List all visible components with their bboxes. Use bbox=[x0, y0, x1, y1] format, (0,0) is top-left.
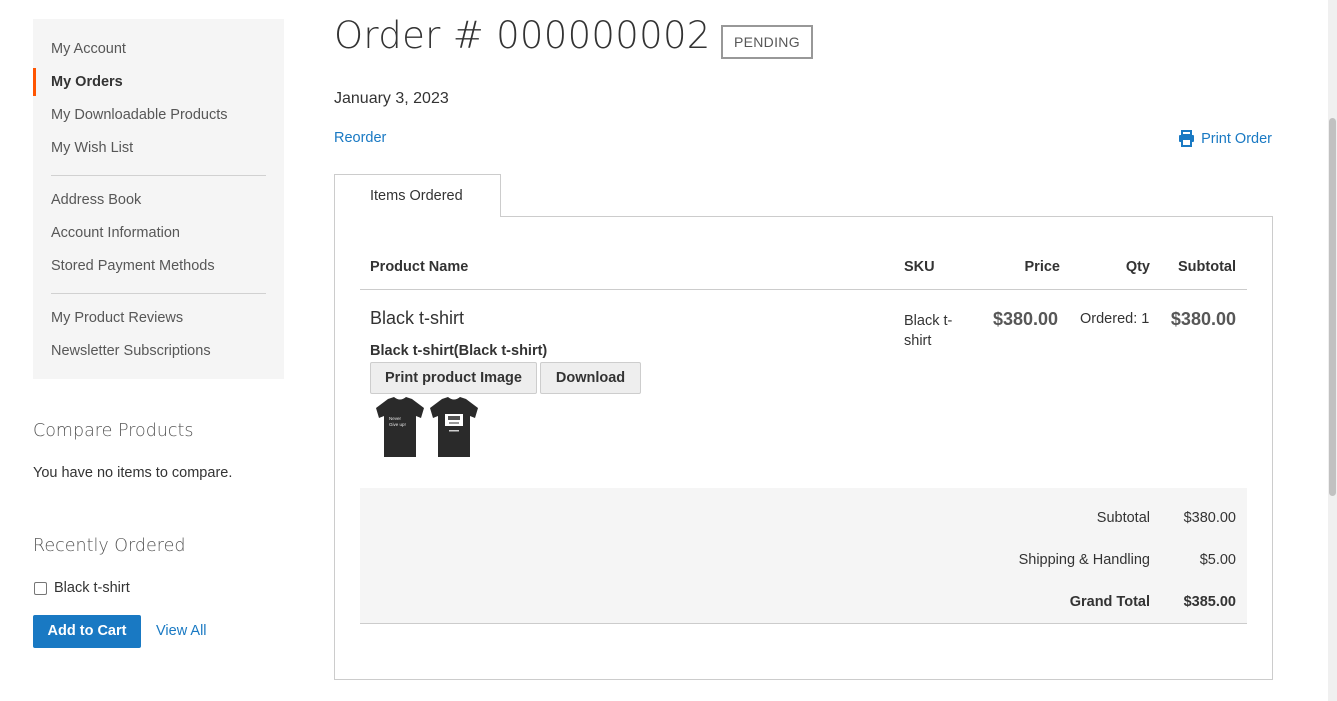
product-option: Black t-shirt(Black t-shirt) bbox=[370, 343, 548, 359]
tab-items-ordered[interactable]: Items Ordered bbox=[334, 174, 501, 217]
print-order-label: Print Order bbox=[1201, 130, 1272, 147]
sku-line-2: shirt bbox=[904, 333, 932, 349]
add-to-cart-button[interactable]: Add to Cart bbox=[33, 615, 141, 648]
nav-divider bbox=[51, 293, 266, 294]
col-price: Price bbox=[1024, 259, 1060, 275]
recent-item-label: Black t-shirt bbox=[54, 580, 130, 596]
nav-my-product-reviews[interactable]: My Product Reviews bbox=[33, 303, 284, 336]
product-subtotal: $380.00 bbox=[1170, 309, 1236, 329]
sku-line-1: Black t- bbox=[904, 313, 953, 329]
nav-my-wish-list[interactable]: My Wish List bbox=[33, 133, 284, 166]
status-badge: PENDING bbox=[721, 25, 813, 59]
recent-item: Black t-shirt bbox=[33, 580, 130, 596]
subtotal-value: $380.00 bbox=[1183, 510, 1236, 526]
recent-item-checkbox[interactable] bbox=[34, 581, 47, 595]
nav-my-downloadable-products[interactable]: My Downloadable Products bbox=[33, 100, 284, 133]
col-qty: Qty bbox=[1125, 259, 1150, 275]
product-price: $380.00 bbox=[993, 309, 1059, 329]
compare-empty-text: You have no items to compare. bbox=[33, 465, 233, 481]
printer-icon bbox=[1179, 130, 1195, 147]
account-nav: My Account My Orders My Downloadable Pro… bbox=[33, 19, 284, 379]
col-sku: SKU bbox=[904, 259, 935, 275]
nav-newsletter-subscriptions[interactable]: Newsletter Subscriptions bbox=[33, 336, 284, 369]
svg-text:Give up!: Give up! bbox=[389, 422, 406, 427]
product-thumbnail-front[interactable]: Never Give up! bbox=[374, 396, 426, 460]
product-qty: Ordered: 1 bbox=[1080, 311, 1150, 327]
order-totals: Subtotal $380.00 Shipping & Handling $5.… bbox=[360, 488, 1247, 624]
col-subtotal: Subtotal bbox=[1178, 259, 1236, 275]
page-title: Order # 000000002 bbox=[334, 14, 711, 57]
nav-my-account[interactable]: My Account bbox=[33, 34, 284, 67]
nav-stored-payment-methods[interactable]: Stored Payment Methods bbox=[33, 251, 284, 284]
col-product-name: Product Name bbox=[370, 259, 469, 275]
table-header-divider bbox=[360, 289, 1247, 290]
page-scrollbar[interactable] bbox=[1328, 0, 1337, 701]
subtotal-label: Subtotal bbox=[1096, 510, 1150, 526]
print-product-image-button[interactable]: Print product Image bbox=[370, 362, 537, 394]
compare-products-title: Compare Products bbox=[33, 421, 194, 441]
grand-total-label: Grand Total bbox=[1069, 594, 1150, 610]
nav-divider bbox=[51, 175, 266, 176]
order-date: January 3, 2023 bbox=[334, 90, 449, 107]
reorder-link[interactable]: Reorder bbox=[334, 130, 386, 146]
shipping-label: Shipping & Handling bbox=[1018, 552, 1150, 568]
nav-address-book[interactable]: Address Book bbox=[33, 185, 284, 218]
recently-ordered-title: Recently Ordered bbox=[33, 536, 186, 556]
view-all-link[interactable]: View All bbox=[156, 623, 207, 639]
grand-total-value: $385.00 bbox=[1183, 594, 1236, 610]
nav-my-orders[interactable]: My Orders bbox=[33, 67, 284, 100]
svg-text:Never: Never bbox=[389, 416, 402, 421]
product-thumbnail-back[interactable] bbox=[428, 396, 480, 460]
nav-account-information[interactable]: Account Information bbox=[33, 218, 284, 251]
print-order-link[interactable]: Print Order bbox=[1178, 130, 1272, 147]
product-sku: Black t- shirt bbox=[904, 311, 964, 351]
shipping-value: $5.00 bbox=[1199, 552, 1236, 568]
download-button[interactable]: Download bbox=[540, 362, 641, 394]
scrollbar-thumb[interactable] bbox=[1329, 118, 1336, 496]
product-name: Black t-shirt bbox=[370, 308, 465, 328]
